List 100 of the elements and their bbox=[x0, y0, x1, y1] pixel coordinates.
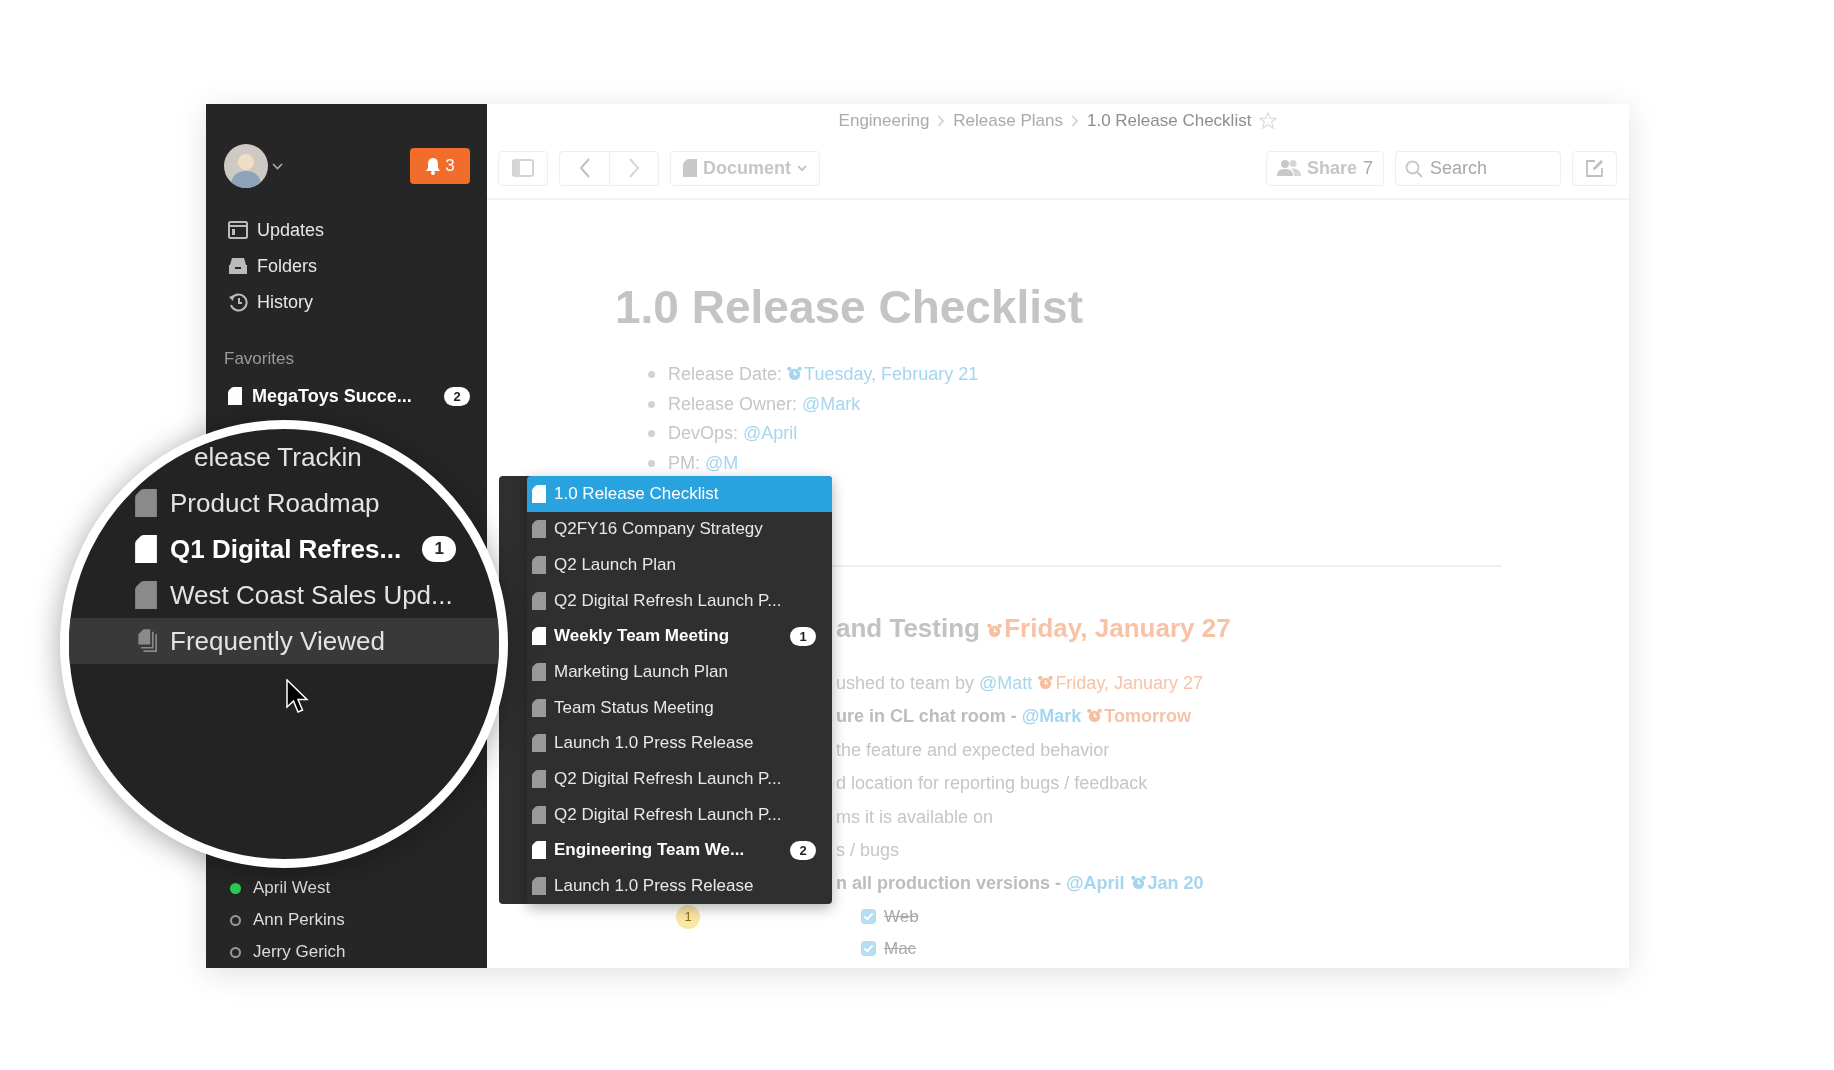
search-icon bbox=[1405, 159, 1423, 178]
chevron-down-icon bbox=[797, 164, 807, 172]
document-icon bbox=[532, 698, 546, 717]
document-icon bbox=[532, 591, 546, 610]
list-item-text: s / bugs bbox=[836, 838, 901, 862]
count-badge: 2 bbox=[790, 840, 816, 860]
document-icon bbox=[532, 734, 546, 753]
menu-item[interactable]: Launch 1.0 Press Release bbox=[527, 868, 832, 904]
count-badge: 1 bbox=[422, 536, 457, 562]
list-item-text: PM: @M bbox=[668, 452, 739, 474]
section-heading: and Testing Friday, January 27 bbox=[836, 612, 1232, 645]
alarm-icon bbox=[987, 623, 1003, 638]
menu-item[interactable]: Q2 Digital Refresh Launch P... bbox=[527, 582, 832, 619]
document-icon bbox=[532, 556, 546, 575]
sidebar-item[interactable]: Q1 Digital Refres... 1 bbox=[69, 526, 499, 572]
count-badge: 1 bbox=[790, 626, 816, 646]
document-icon bbox=[532, 769, 546, 788]
list-item-text: DevOps: @April bbox=[668, 423, 798, 445]
document-icon bbox=[135, 581, 157, 609]
tray-icon bbox=[228, 256, 248, 276]
list-item-text: n all production versions - @April Jan 20 bbox=[836, 872, 1205, 896]
count-badge: 2 bbox=[444, 386, 470, 406]
favorite-label: MegaToys Succe... bbox=[252, 385, 413, 407]
chevron-down-icon[interactable] bbox=[272, 162, 283, 170]
document-icon bbox=[532, 520, 546, 539]
documents-icon bbox=[135, 627, 157, 655]
sidebar-item[interactable]: West Coast Sales Upd... bbox=[69, 572, 499, 618]
person-item[interactable]: April West bbox=[224, 872, 470, 904]
menu-item[interactable]: Marketing Launch Plan bbox=[527, 654, 832, 690]
person-item[interactable]: Ann Perkins bbox=[224, 904, 470, 936]
comment-badge[interactable]: 1 bbox=[676, 904, 700, 929]
document-icon bbox=[135, 535, 157, 563]
menu-item[interactable]: Weekly Team Meeting 1 bbox=[527, 618, 832, 655]
favorite-item[interactable]: MegaToys Succe... 2 bbox=[224, 378, 470, 414]
chevron-left-icon bbox=[578, 157, 591, 179]
document-icon bbox=[532, 805, 546, 824]
bullet bbox=[648, 400, 655, 408]
compose-button[interactable] bbox=[1572, 150, 1617, 186]
nav-item[interactable]: History bbox=[224, 284, 470, 320]
document-icon bbox=[135, 489, 157, 517]
alarm-icon bbox=[1087, 708, 1103, 724]
document-icon bbox=[228, 387, 242, 405]
checklist-label: Mac bbox=[884, 938, 917, 959]
sidebar-item[interactable]: elease Trackin bbox=[69, 434, 499, 480]
bullet bbox=[648, 459, 655, 467]
bullet bbox=[648, 371, 655, 379]
person-name: Jerry Gerich bbox=[253, 942, 346, 962]
checkbox[interactable] bbox=[861, 941, 876, 957]
checkbox[interactable] bbox=[861, 909, 876, 925]
document-icon bbox=[532, 876, 546, 895]
checklist-label: Web bbox=[884, 906, 919, 927]
history-icon bbox=[228, 292, 248, 312]
nav-item[interactable]: Updates bbox=[224, 212, 470, 248]
document-icon bbox=[683, 159, 697, 177]
list-item-text: Release Owner: @Mark bbox=[668, 393, 861, 415]
search-field[interactable]: Search bbox=[1395, 150, 1561, 186]
menu-item[interactable]: Q2FY16 Company Strategy bbox=[527, 511, 832, 548]
chevron-right-icon bbox=[937, 115, 946, 127]
chevron-right-icon bbox=[628, 157, 640, 179]
person-name: April West bbox=[253, 878, 331, 898]
list-item-text: ushed to team by @Matt Friday, January 27 bbox=[836, 672, 1205, 695]
chevron-right-icon bbox=[1070, 115, 1079, 127]
menu-item[interactable]: Engineering Team We... 2 bbox=[527, 832, 832, 869]
sidebar-toggle-button[interactable] bbox=[498, 150, 548, 186]
menu-item[interactable]: Team Status Meeting bbox=[527, 689, 832, 726]
menu-item[interactable]: Q2 Digital Refresh Launch P... bbox=[527, 761, 832, 797]
bell-icon bbox=[425, 157, 442, 175]
alarm-icon bbox=[1130, 875, 1146, 891]
edit-icon bbox=[1584, 158, 1605, 178]
people-icon bbox=[1276, 159, 1301, 177]
nav-item[interactable]: Folders bbox=[224, 248, 470, 284]
breadcrumb-current: 1.0 Release Checklist bbox=[1086, 111, 1252, 131]
list-item-text: ms it is available on bbox=[836, 805, 995, 829]
nav-label: Updates bbox=[257, 219, 325, 241]
person-name: Ann Perkins bbox=[253, 910, 345, 930]
sidebar-item[interactable]: Frequently Viewed bbox=[69, 618, 499, 664]
list-item-text: the feature and expected behavior bbox=[836, 738, 1111, 762]
sidebar-icon bbox=[512, 159, 534, 177]
bullet bbox=[648, 430, 655, 438]
nav-label: History bbox=[257, 291, 313, 313]
document-icon bbox=[532, 841, 546, 860]
menu-item[interactable]: Q2 Launch Plan bbox=[527, 547, 832, 583]
list-item-text: ure in CL chat room - @Mark Tomorrow bbox=[836, 705, 1192, 729]
alarm-icon bbox=[1038, 675, 1054, 690]
section-heading: Favorites bbox=[224, 348, 295, 370]
person-item[interactable]: Jerry Gerich bbox=[224, 936, 470, 968]
document-icon bbox=[532, 627, 546, 646]
menu-item[interactable]: Launch 1.0 Press Release bbox=[527, 725, 832, 762]
share-count: 7 bbox=[1363, 157, 1373, 179]
list-item-text: Release Date: Tuesday, February 21 bbox=[668, 364, 979, 386]
sidebar-item[interactable]: Product Roadmap bbox=[69, 480, 499, 526]
cursor-icon bbox=[286, 679, 310, 715]
star-icon[interactable] bbox=[1259, 112, 1278, 130]
menu-item[interactable]: Q2 Digital Refresh Launch P... bbox=[527, 796, 832, 833]
nav-label: Folders bbox=[257, 255, 318, 277]
alarm-icon bbox=[787, 366, 803, 382]
avatar[interactable] bbox=[224, 144, 268, 188]
document-title: 1.0 Release Checklist bbox=[615, 280, 1084, 335]
document-icon bbox=[532, 484, 546, 503]
calendar-icon bbox=[228, 220, 248, 240]
